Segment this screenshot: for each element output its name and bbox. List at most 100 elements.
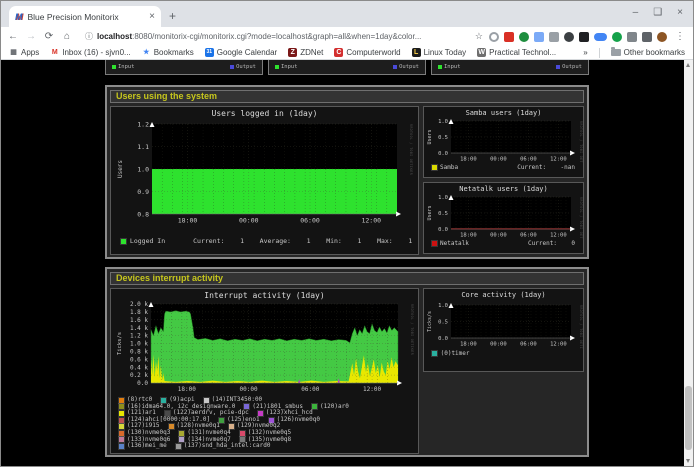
tab-close-icon[interactable]: × bbox=[149, 11, 155, 22]
svg-text:Ticks/s: Ticks/s bbox=[117, 332, 123, 355]
wordpress-icon: W bbox=[477, 48, 486, 57]
page-info-icon[interactable]: ⓘ bbox=[85, 31, 93, 42]
bookmark-item[interactable]: ★Bookmarks bbox=[142, 48, 194, 57]
output-legend-swatch bbox=[393, 65, 397, 69]
section-interrupts: Devices interrupt activity Interrupt act… bbox=[105, 267, 589, 457]
tab-list-extension-icon[interactable] bbox=[642, 32, 652, 42]
samba-users-chart[interactable]: 0.00.51.018:0000:0006:0012:00UsersRRDTOO… bbox=[425, 117, 583, 163]
svg-text:RRDTOOL / TOBI OETIKER: RRDTOOL / TOBI OETIKER bbox=[579, 197, 583, 239]
legend-label: Samba bbox=[440, 164, 458, 171]
svg-text:00:00: 00:00 bbox=[240, 386, 258, 393]
bookmarks-overflow-icon[interactable]: » bbox=[583, 48, 587, 57]
bookmark-star-icon[interactable]: ☆ bbox=[475, 31, 483, 42]
netatalk-users-chart[interactable]: 0.00.51.018:0000:0006:0012:00UsersRRDTOO… bbox=[425, 193, 583, 239]
other-bookmarks-button[interactable]: Other bookmarks bbox=[611, 48, 685, 57]
dark-square-extension-icon[interactable] bbox=[579, 32, 589, 42]
interrupt-activity-legend: (8)rtc0(9)acpi(14)INT3450:00(16)idma64.0… bbox=[111, 397, 418, 450]
chrome-menu-icon[interactable]: ⋮ bbox=[673, 31, 687, 42]
cutoff-graph-panel[interactable]: Input Output bbox=[431, 60, 589, 75]
scroll-down-icon[interactable] bbox=[686, 459, 690, 463]
bookmark-item[interactable]: MInbox (16) - sjvn0... bbox=[50, 48, 130, 57]
url-text: localhost:8080/monitorix-cgi/monitorix.c… bbox=[97, 32, 421, 41]
netatalk-users-graph-panel[interactable]: Netatalk users (1day) 0.00.51.018:0000:0… bbox=[423, 182, 584, 254]
legend-label: Netatalk bbox=[440, 240, 469, 247]
samba-users-graph-panel[interactable]: Samba users (1day) 0.00.51.018:0000:0006… bbox=[423, 106, 584, 178]
puzzle-extensions-icon[interactable] bbox=[627, 32, 637, 42]
svg-text:1.2: 1.2 bbox=[137, 120, 149, 128]
core-activity-graph-panel[interactable]: Core activity (1day) 0.00.51.018:0000:00… bbox=[423, 288, 584, 372]
bookmark-item[interactable]: ▦Apps bbox=[9, 48, 39, 57]
scroll-up-icon[interactable] bbox=[686, 63, 690, 67]
bookmark-label: Inbox (16) - sjvn0... bbox=[62, 48, 130, 57]
search-extension-icon[interactable] bbox=[489, 32, 499, 42]
green-orb-extension-icon[interactable] bbox=[519, 32, 529, 42]
url-path: :8080/monitorix-cgi/monitorix.cgi?mode=l… bbox=[132, 32, 421, 41]
svg-text:Users: Users bbox=[117, 160, 124, 178]
minimize-button[interactable]: – bbox=[633, 6, 639, 20]
bookmark-item[interactable]: LLinux Today bbox=[412, 48, 467, 57]
blue-pill-extension-icon[interactable] bbox=[594, 33, 607, 41]
input-legend-swatch bbox=[275, 65, 279, 69]
back-icon[interactable]: ← bbox=[7, 31, 19, 42]
interrupt-activity-graph-panel[interactable]: Interrupt activity (1day) 0.00.2 k0.4 k0… bbox=[110, 288, 419, 454]
green-badge-extension-icon[interactable] bbox=[612, 32, 622, 42]
svg-text:18:00: 18:00 bbox=[460, 157, 477, 163]
maximize-button[interactable]: ❑ bbox=[653, 6, 662, 20]
mail-extension-icon[interactable] bbox=[504, 32, 514, 42]
browser-tab[interactable]: M Blue Precision Monitorix × bbox=[9, 6, 161, 27]
cutoff-graph-panel[interactable]: Input Output bbox=[105, 60, 263, 75]
svg-text:06:00: 06:00 bbox=[520, 342, 537, 348]
users-logged-in-graph-panel[interactable]: Users logged in (1day) 0.80.91.01.11.218… bbox=[110, 106, 419, 255]
legend-item: Netatalk bbox=[432, 240, 469, 247]
extension-icons-row bbox=[489, 32, 667, 42]
svg-text:1.0: 1.0 bbox=[137, 165, 149, 173]
legend-stats: Current: 0 bbox=[528, 240, 575, 247]
svg-text:12:00: 12:00 bbox=[550, 233, 567, 239]
pages-extension-icon[interactable] bbox=[534, 32, 544, 42]
close-button[interactable]: × bbox=[677, 6, 683, 20]
profile-avatar[interactable] bbox=[657, 32, 667, 42]
svg-text:18:00: 18:00 bbox=[178, 386, 196, 393]
users-logged-in-title: Users logged in (1day) bbox=[212, 109, 318, 118]
scrollbar[interactable] bbox=[684, 60, 693, 466]
users-logged-in-chart[interactable]: 0.80.91.01.11.218:0000:0006:0012:00Users… bbox=[116, 118, 413, 228]
legend-swatch bbox=[240, 431, 245, 436]
reload-icon[interactable]: ⟳ bbox=[43, 31, 55, 42]
bookmark-item[interactable]: ZZDNet bbox=[288, 48, 323, 57]
svg-text:0.0: 0.0 bbox=[438, 336, 448, 342]
section-users-header: Users using the system bbox=[110, 90, 584, 103]
legend-label: (137)snd_hda_intel:card0 bbox=[184, 443, 271, 450]
scrollbar-thumb[interactable] bbox=[685, 386, 692, 450]
output-legend-label: Output bbox=[399, 64, 419, 70]
bookmark-item[interactable]: WPractical Technol... bbox=[477, 48, 556, 57]
svg-text:06:00: 06:00 bbox=[301, 386, 319, 393]
output-legend-swatch bbox=[230, 65, 234, 69]
bookmark-item[interactable]: 31Google Calendar bbox=[205, 48, 277, 57]
netatalk-users-title: Netatalk users (1day) bbox=[459, 185, 548, 193]
legend-stats: Current: 1 Average: 1 Min: 1 Max: 1 bbox=[193, 237, 412, 245]
svg-text:RRDTOOL / TOBI OETIKER: RRDTOOL / TOBI OETIKER bbox=[579, 121, 583, 163]
gray-box-extension-icon[interactable] bbox=[549, 32, 559, 42]
bookmark-item[interactable]: CComputerworld bbox=[334, 48, 400, 57]
headphones-extension-icon[interactable] bbox=[564, 32, 574, 42]
output-legend-label: Output bbox=[236, 64, 256, 70]
svg-text:RRDTOOL / TOBI OETIKER: RRDTOOL / TOBI OETIKER bbox=[410, 304, 414, 355]
svg-text:1.2 k: 1.2 k bbox=[130, 333, 148, 340]
home-icon[interactable]: ⌂ bbox=[61, 31, 73, 42]
legend-swatch bbox=[119, 404, 124, 409]
svg-text:1.4 k: 1.4 k bbox=[130, 325, 148, 332]
svg-text:0.0: 0.0 bbox=[438, 151, 448, 157]
svg-text:06:00: 06:00 bbox=[520, 233, 537, 239]
new-tab-button[interactable]: + bbox=[169, 9, 176, 23]
svg-text:0.5: 0.5 bbox=[438, 135, 448, 141]
interrupt-activity-chart[interactable]: 0.00.2 k0.4 k0.6 k0.8 k1.0 k1.2 k1.4 k1.… bbox=[115, 300, 414, 395]
cutoff-graph-panel[interactable]: Input Output bbox=[268, 60, 426, 75]
svg-text:12:00: 12:00 bbox=[363, 386, 381, 393]
url-field[interactable]: ⓘ localhost:8080/monitorix-cgi/monitorix… bbox=[79, 30, 469, 44]
core-activity-chart[interactable]: 0.00.51.018:0000:0006:0012:00Ticks/sRRDT… bbox=[425, 299, 583, 349]
legend-item: Samba bbox=[432, 164, 458, 171]
svg-text:1.0: 1.0 bbox=[438, 119, 448, 125]
tab-title: Blue Precision Monitorix bbox=[28, 12, 145, 22]
forward-icon[interactable]: → bbox=[25, 31, 37, 42]
bookmark-label: Bookmarks bbox=[154, 48, 194, 57]
